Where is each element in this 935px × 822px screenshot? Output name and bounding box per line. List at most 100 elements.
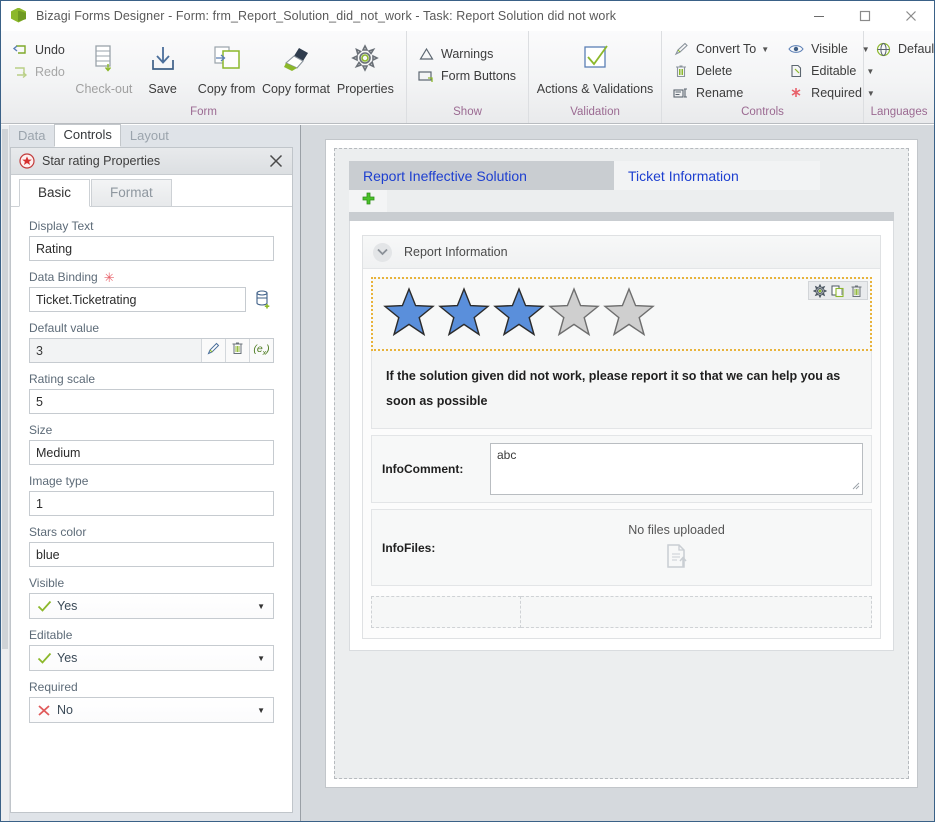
resize-grip-icon[interactable] bbox=[851, 479, 860, 493]
field-editable: Editable Yes ▼ bbox=[29, 628, 274, 671]
undo-label: Undo bbox=[35, 43, 65, 57]
info-files-control[interactable]: No files uploaded bbox=[490, 517, 863, 578]
star-rating-widget[interactable] bbox=[371, 277, 872, 351]
form-tab-strip: Report Ineffective Solution Ticket Infor… bbox=[349, 161, 894, 190]
form-tab-ticket-information[interactable]: Ticket Information bbox=[614, 161, 820, 190]
minimize-icon[interactable] bbox=[796, 1, 842, 30]
default-value-label: Default value bbox=[29, 321, 100, 335]
star-empty-5[interactable] bbox=[603, 286, 655, 342]
copy-format-label: Copy format bbox=[261, 82, 331, 96]
add-tab-button[interactable] bbox=[349, 190, 387, 212]
star-filled-1[interactable] bbox=[383, 286, 435, 342]
visible-dropdown[interactable]: Yes ▼ bbox=[29, 593, 274, 619]
star-filled-3[interactable] bbox=[493, 286, 545, 342]
ribbon-group-form: Undo Redo Check-out Save Copy from Copy … bbox=[1, 31, 407, 123]
window-title: Bizagi Forms Designer - Form: frm_Report… bbox=[36, 8, 617, 23]
tab-basic[interactable]: Basic bbox=[19, 179, 91, 207]
form-paper: Report Ineffective Solution Ticket Infor… bbox=[325, 139, 918, 788]
copy-format-icon bbox=[277, 37, 315, 81]
maximize-icon[interactable] bbox=[842, 1, 888, 30]
widget-delete-button[interactable] bbox=[847, 283, 865, 299]
editable-dropdown[interactable]: Yes ▼ bbox=[29, 645, 274, 671]
warnings-button[interactable]: Warnings bbox=[413, 43, 522, 65]
field-visible: Visible Yes ▼ bbox=[29, 576, 274, 619]
bizagi-cube-icon bbox=[10, 7, 28, 25]
languages-commands: Default ▼ bbox=[870, 35, 934, 60]
info-comment-textarea[interactable]: abc bbox=[490, 443, 863, 495]
tab-data[interactable]: Data bbox=[9, 125, 54, 147]
actions-validations-button[interactable]: Actions & Validations bbox=[535, 35, 655, 96]
section-header[interactable]: Report Information bbox=[363, 236, 880, 269]
copy-from-button[interactable]: Copy from bbox=[192, 35, 261, 96]
display-text-input[interactable]: Rating bbox=[29, 236, 274, 261]
properties-tabs: Basic Format bbox=[11, 175, 292, 207]
form-buttons-icon bbox=[417, 68, 435, 84]
tab-format[interactable]: Format bbox=[91, 179, 172, 206]
form-tab-report-ineffective-solution[interactable]: Report Ineffective Solution bbox=[349, 161, 614, 190]
data-binding-label: Data Binding ✳ bbox=[29, 270, 274, 284]
image-type-input[interactable]: 1 bbox=[29, 491, 274, 516]
sidebar-scrollbar[interactable] bbox=[1, 125, 10, 821]
empty-cell-right[interactable] bbox=[521, 596, 872, 628]
properties-sidebar: Data Controls Layout Star rating Propert… bbox=[1, 124, 301, 821]
undo-icon bbox=[11, 42, 29, 58]
widget-duplicate-button[interactable] bbox=[829, 283, 847, 299]
data-binding-input[interactable]: Ticket.Ticketrating bbox=[29, 287, 246, 312]
chevron-down-icon[interactable] bbox=[373, 242, 392, 262]
properties-gear-icon bbox=[348, 37, 382, 81]
plus-green-icon bbox=[362, 192, 375, 210]
required-dropdown[interactable]: No ▼ bbox=[29, 697, 274, 723]
default-language-label: Default bbox=[898, 42, 934, 56]
redo-button[interactable]: Redo bbox=[7, 61, 75, 83]
required-asterisk-icon: ✳ bbox=[103, 269, 115, 285]
ribbon-group-label-form: Form bbox=[190, 106, 217, 118]
info-comment-row: InfoComment: abc bbox=[371, 435, 872, 503]
undo-button[interactable]: Undo bbox=[7, 39, 75, 61]
visible-value: Yes bbox=[57, 599, 78, 613]
convert-to-pencil-icon bbox=[672, 41, 690, 57]
delete-button[interactable]: Delete bbox=[668, 60, 775, 82]
redo-label: Redo bbox=[35, 65, 65, 79]
close-icon[interactable] bbox=[266, 151, 286, 171]
close-icon[interactable] bbox=[888, 1, 934, 30]
editable-page-icon bbox=[787, 63, 805, 79]
size-input[interactable]: Medium bbox=[29, 440, 274, 465]
delete-default-value-button[interactable] bbox=[225, 339, 249, 362]
undo-redo-stack: Undo Redo bbox=[7, 35, 75, 83]
rename-button[interactable]: Rename bbox=[668, 82, 775, 104]
empty-drop-row[interactable] bbox=[371, 596, 872, 628]
form-buttons-button[interactable]: Form Buttons bbox=[413, 65, 522, 87]
stars-color-input[interactable]: blue bbox=[29, 542, 274, 567]
stars-color-label: Stars color bbox=[29, 525, 87, 539]
star-filled-2[interactable] bbox=[438, 286, 490, 342]
tab-layout[interactable]: Layout bbox=[121, 125, 178, 147]
trash-icon bbox=[672, 63, 690, 79]
data-binding-label-text: Data Binding bbox=[29, 270, 98, 284]
tab-controls[interactable]: Controls bbox=[54, 124, 121, 147]
convert-to-button[interactable]: Convert To ▼ bbox=[668, 38, 775, 60]
save-label: Save bbox=[148, 82, 177, 96]
expression-button[interactable]: (ex) bbox=[249, 339, 273, 362]
display-text-label: Display Text bbox=[29, 219, 94, 233]
star-empty-4[interactable] bbox=[548, 286, 600, 342]
properties-button[interactable]: Properties bbox=[331, 35, 400, 96]
section-title: Report Information bbox=[404, 245, 508, 259]
empty-cell-left[interactable] bbox=[371, 596, 521, 628]
database-add-icon[interactable] bbox=[252, 290, 274, 309]
file-upload-icon[interactable] bbox=[664, 543, 690, 574]
form-dropzone[interactable]: Report Ineffective Solution Ticket Infor… bbox=[334, 148, 909, 779]
info-comment-value: abc bbox=[497, 448, 517, 462]
rating-scale-input[interactable]: 5 bbox=[29, 389, 274, 414]
field-display-text: Display Text Rating bbox=[29, 219, 274, 261]
edit-default-value-button[interactable] bbox=[201, 339, 225, 362]
default-value-input[interactable]: 3 bbox=[30, 339, 201, 362]
widget-settings-button[interactable] bbox=[811, 283, 829, 299]
check-out-button[interactable]: Check-out bbox=[75, 35, 134, 96]
widget-toolbar bbox=[808, 281, 868, 300]
info-files-row: InfoFiles: No files uploaded bbox=[371, 509, 872, 586]
save-button[interactable]: Save bbox=[133, 35, 192, 96]
field-data-binding: Data Binding ✳ Ticket.Ticketrating bbox=[29, 270, 274, 312]
copy-format-button[interactable]: Copy format bbox=[261, 35, 330, 96]
default-language-button[interactable]: Default ▼ bbox=[870, 38, 934, 60]
field-default-value: Default value 3 (ex) bbox=[29, 321, 274, 363]
